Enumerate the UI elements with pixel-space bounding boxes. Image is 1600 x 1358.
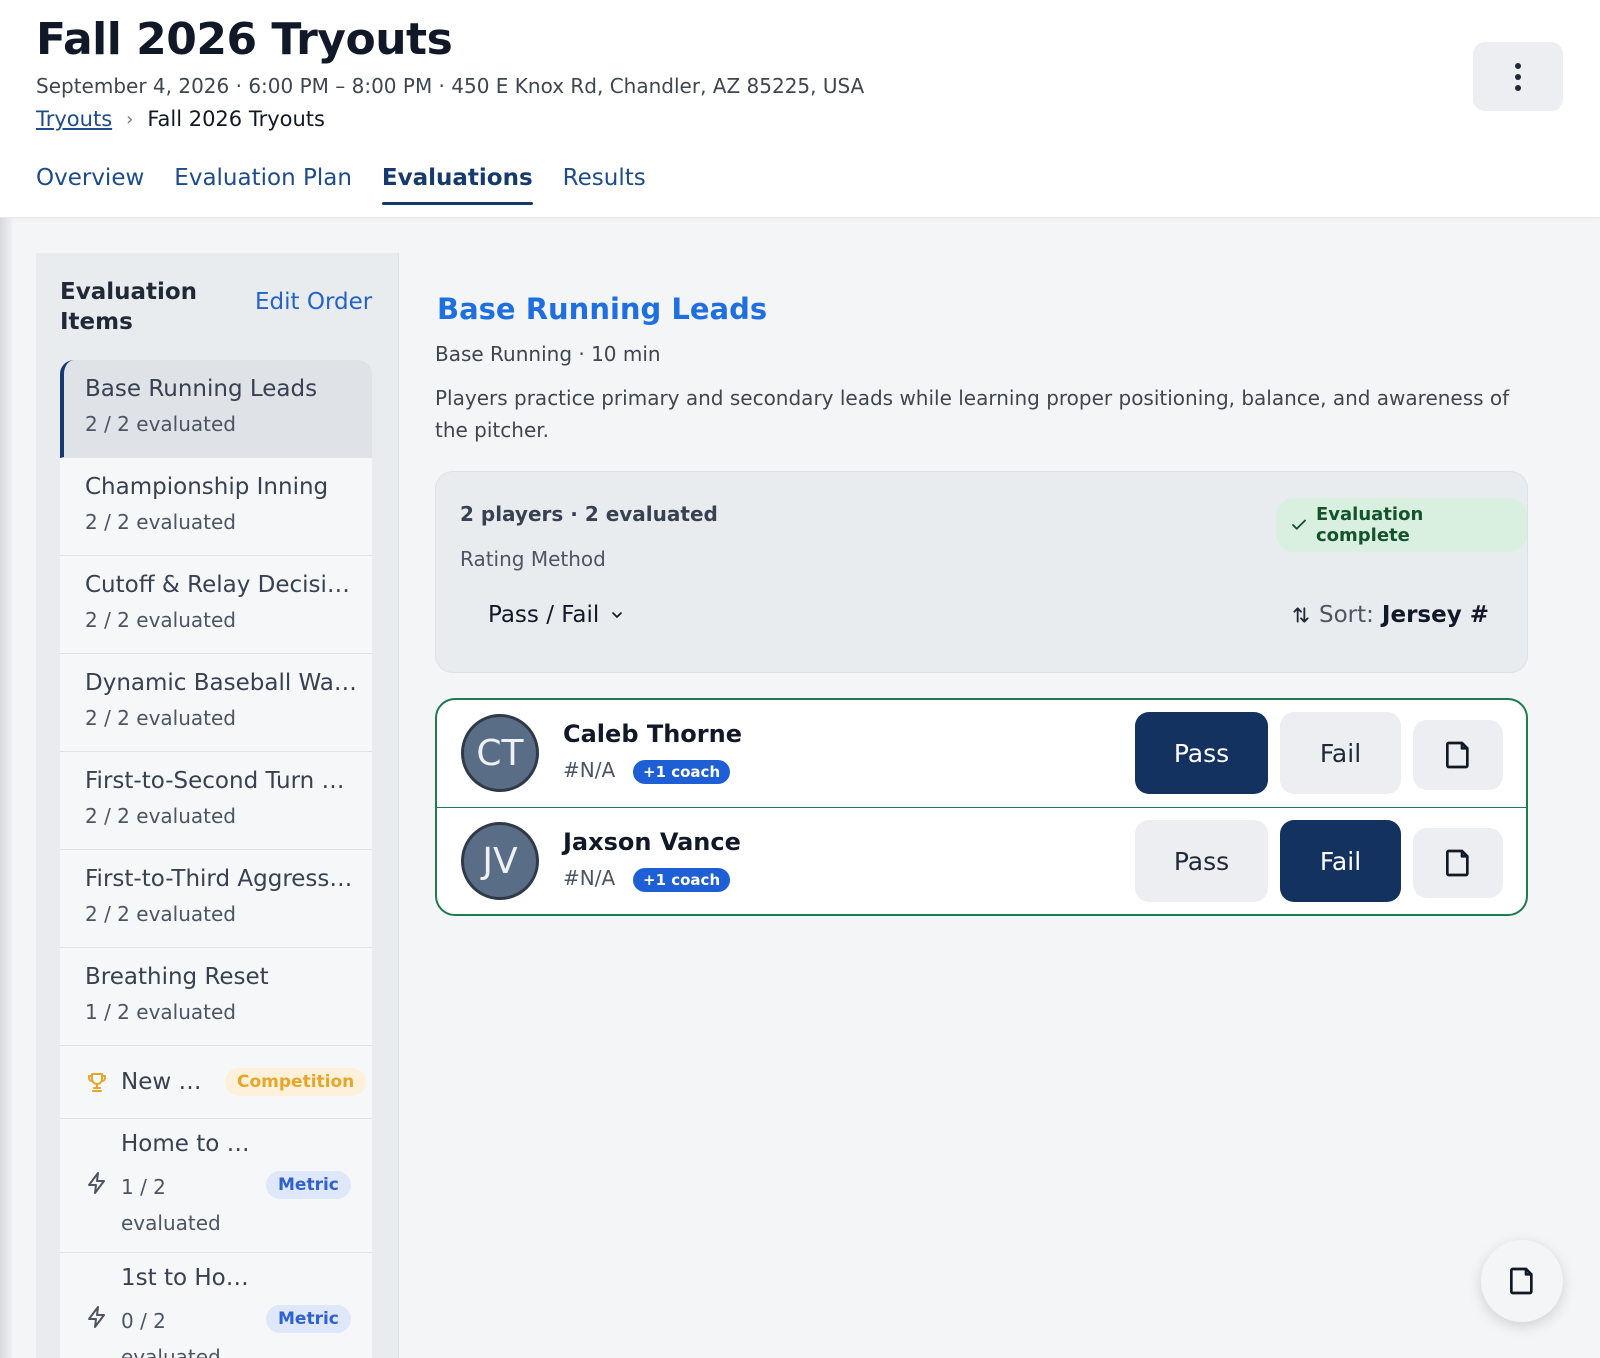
tab-bar: Overview Evaluation Plan Evaluations Res… bbox=[36, 165, 646, 205]
note-icon bbox=[1442, 847, 1474, 879]
evaluation-item[interactable]: Championship Inning 2 / 2 evaluated bbox=[60, 458, 372, 556]
evaluation-complete-label: Evaluation complete bbox=[1316, 504, 1424, 546]
sidebar-heading: Evaluation Items bbox=[60, 279, 198, 335]
player-list: CT Caleb Thorne #N/A +1 coach Pass Fail … bbox=[435, 698, 1528, 916]
evaluation-item-metric[interactable]: Home to … 1 / 2 evaluated Metric bbox=[60, 1119, 372, 1253]
fail-button[interactable]: Fail bbox=[1280, 712, 1401, 794]
evaluation-item-competition[interactable]: New … Competition bbox=[60, 1046, 372, 1119]
sort-value: Jersey # bbox=[1381, 602, 1489, 628]
evaluation-item[interactable]: Cutoff & Relay Decisi… 2 / 2 evaluated bbox=[60, 556, 372, 654]
note-button[interactable] bbox=[1413, 828, 1503, 898]
lightning-icon bbox=[85, 1305, 109, 1333]
evaluation-item-count: 2 / 2 evaluated bbox=[85, 706, 236, 730]
tab-evaluation-plan[interactable]: Evaluation Plan bbox=[174, 165, 352, 205]
evaluation-item-list: Base Running Leads 2 / 2 evaluated Champ… bbox=[60, 360, 372, 1358]
evaluation-item-name: Base Running Leads bbox=[85, 376, 318, 402]
evaluation-item-name: New … bbox=[121, 1069, 202, 1095]
player-jersey: #N/A bbox=[563, 866, 616, 890]
player-row: JV Jaxson Vance #N/A +1 coach Pass Fail bbox=[437, 807, 1526, 914]
players-evaluated-count: 2 players · 2 evaluated bbox=[460, 502, 718, 526]
evaluation-item-metric[interactable]: 1st to Ho… 0 / 2 evaluated Metric bbox=[60, 1253, 372, 1358]
coach-count-badge: +1 coach bbox=[633, 868, 731, 892]
more-options-button[interactable] bbox=[1473, 42, 1563, 111]
pass-button[interactable]: Pass bbox=[1135, 712, 1268, 794]
note-icon bbox=[1506, 1265, 1538, 1297]
evaluation-item[interactable]: Dynamic Baseball Wa… 2 / 2 evaluated bbox=[60, 654, 372, 752]
evaluation-item-name: Cutoff & Relay Decisi… bbox=[85, 572, 350, 598]
pass-button[interactable]: Pass bbox=[1135, 820, 1268, 902]
evaluation-item-count: 2 / 2 evaluated bbox=[85, 412, 236, 436]
evaluation-item-name: Breathing Reset bbox=[85, 964, 269, 990]
note-button[interactable] bbox=[1413, 720, 1503, 790]
evaluation-items-sidebar: Evaluation Items Edit Order Base Running… bbox=[36, 253, 399, 1358]
event-details: September 4, 2026 · 6:00 PM – 8:00 PM · … bbox=[36, 74, 865, 98]
tab-evaluations[interactable]: Evaluations bbox=[381, 165, 533, 205]
evaluation-item-count: 2 / 2 evaluated bbox=[85, 804, 236, 828]
breadcrumb-tryouts-link[interactable]: Tryouts bbox=[36, 107, 112, 131]
tab-results[interactable]: Results bbox=[563, 165, 646, 205]
competition-badge: Competition bbox=[225, 1068, 367, 1096]
evaluation-item-name: Home to … bbox=[121, 1131, 250, 1157]
evaluation-item-count: 1 / 2 evaluated bbox=[121, 1175, 221, 1235]
evaluation-item[interactable]: First-to-Second Turn … 2 / 2 evaluated bbox=[60, 752, 372, 850]
breadcrumb-separator: › bbox=[126, 108, 134, 130]
evaluation-item-count: 1 / 2 evaluated bbox=[85, 1000, 236, 1024]
player-jersey: #N/A bbox=[563, 758, 616, 782]
evaluation-item-name: First-to-Second Turn … bbox=[85, 768, 345, 794]
evaluation-item-count: 0 / 2 evaluated bbox=[121, 1309, 221, 1358]
sort-label: Sort: bbox=[1319, 602, 1374, 628]
player-name: Caleb Thorne bbox=[563, 720, 742, 748]
avatar: CT bbox=[461, 714, 539, 792]
note-icon bbox=[1442, 739, 1474, 771]
rating-method-select[interactable]: Pass / Fail bbox=[488, 602, 625, 628]
metric-badge: Metric bbox=[266, 1171, 351, 1199]
metric-badge: Metric bbox=[266, 1305, 351, 1333]
breadcrumb: Tryouts › Fall 2026 Tryouts bbox=[36, 107, 325, 131]
player-row: CT Caleb Thorne #N/A +1 coach Pass Fail bbox=[437, 700, 1526, 807]
tab-overview[interactable]: Overview bbox=[36, 165, 144, 205]
evaluation-item-name: First-to-Third Aggress… bbox=[85, 866, 353, 892]
breadcrumb-current: Fall 2026 Tryouts bbox=[147, 107, 325, 131]
more-vertical-icon bbox=[1515, 62, 1521, 91]
page-title: Fall 2026 Tryouts bbox=[36, 14, 453, 65]
edit-order-button[interactable]: Edit Order bbox=[255, 289, 372, 315]
page-header: Fall 2026 Tryouts September 4, 2026 · 6:… bbox=[0, 0, 1600, 218]
evaluation-item-count: 2 / 2 evaluated bbox=[85, 608, 236, 632]
floating-notes-button[interactable] bbox=[1481, 1240, 1563, 1322]
rating-method-value: Pass / Fail bbox=[488, 602, 600, 628]
evaluation-item-name: Championship Inning bbox=[85, 474, 329, 500]
sort-arrows-icon bbox=[1291, 604, 1311, 626]
evaluation-item-count: 2 / 2 evaluated bbox=[85, 510, 236, 534]
evaluation-item[interactable]: First-to-Third Aggress… 2 / 2 evaluated bbox=[60, 850, 372, 948]
check-icon bbox=[1290, 516, 1308, 534]
evaluation-item-name: 1st to Ho… bbox=[121, 1265, 249, 1291]
evaluation-description: Players practice primary and secondary l… bbox=[435, 386, 1510, 442]
evaluation-title: Base Running Leads bbox=[437, 292, 768, 326]
evaluation-item[interactable]: Breathing Reset 1 / 2 evaluated bbox=[60, 948, 372, 1046]
evaluation-meta: Base Running · 10 min bbox=[435, 342, 661, 366]
evaluation-item-name: Dynamic Baseball Wa… bbox=[85, 670, 357, 696]
avatar: JV bbox=[461, 822, 539, 900]
sort-button[interactable]: Sort: Jersey # bbox=[1291, 602, 1489, 628]
rating-method-label: Rating Method bbox=[460, 547, 606, 571]
lightning-icon bbox=[85, 1171, 109, 1199]
trophy-icon bbox=[85, 1070, 109, 1094]
evaluation-complete-badge: Evaluation complete bbox=[1276, 498, 1527, 552]
coach-count-badge: +1 coach bbox=[633, 760, 731, 784]
player-name: Jaxson Vance bbox=[563, 828, 741, 856]
evaluation-item-count: 2 / 2 evaluated bbox=[85, 902, 236, 926]
fail-button[interactable]: Fail bbox=[1280, 820, 1401, 902]
left-edge-shadow bbox=[0, 218, 12, 1358]
chevron-down-icon bbox=[609, 607, 625, 623]
evaluation-item[interactable]: Base Running Leads 2 / 2 evaluated bbox=[60, 360, 372, 458]
evaluation-summary-card: 2 players · 2 evaluated Evaluation compl… bbox=[435, 471, 1528, 673]
